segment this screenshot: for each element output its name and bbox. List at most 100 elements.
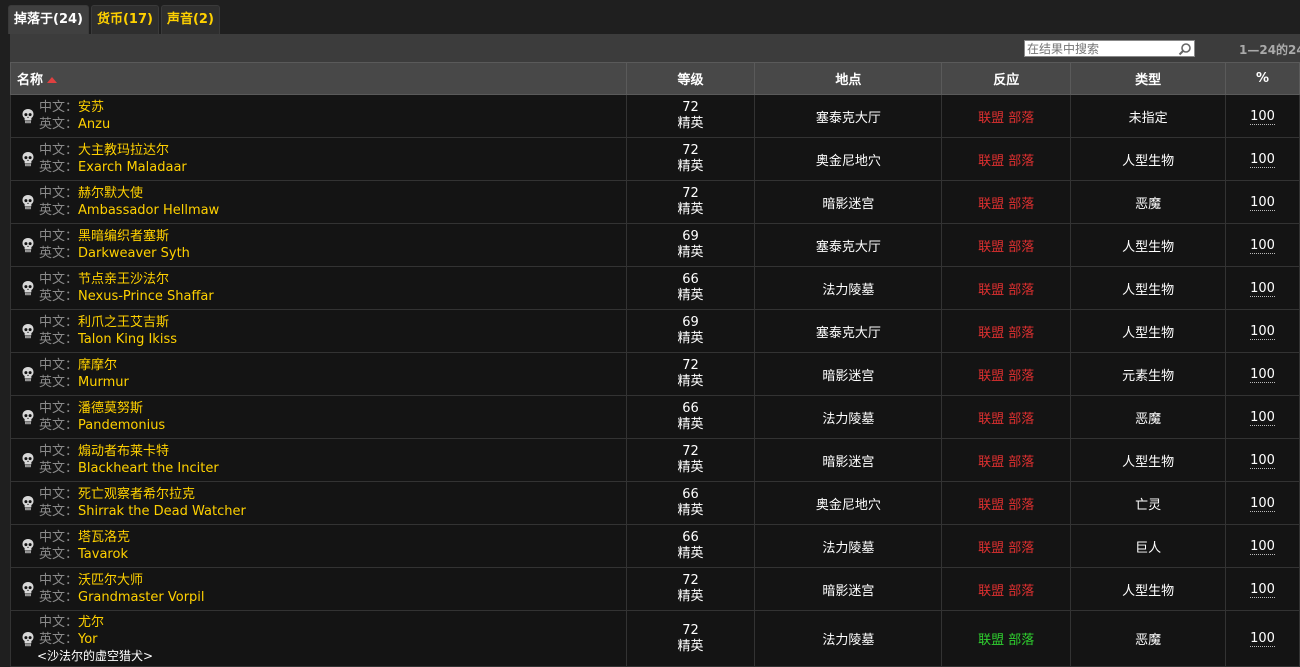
column-header-location[interactable]: 地点	[754, 62, 943, 95]
drop-percent[interactable]: 100	[1250, 495, 1275, 512]
tab-sounds[interactable]: 声音(2)	[160, 5, 220, 34]
npc-name-cn[interactable]: 黑暗编织者塞斯	[78, 229, 169, 244]
npc-name-cn[interactable]: 塔瓦洛克	[78, 530, 130, 545]
npc-location[interactable]: 暗影迷宫	[822, 369, 874, 384]
npc-name-cn[interactable]: 大主教玛拉达尔	[78, 143, 169, 158]
npc-name-en[interactable]: Anzu	[78, 117, 110, 132]
table-row[interactable]: 中文：塔瓦洛克 英文：Tavarok 66 精英 法力陵墓 联盟 部落 巨人 1…	[10, 524, 1300, 568]
npc-type[interactable]: 恶魔	[1135, 633, 1161, 648]
npc-name-cn[interactable]: 尤尔	[78, 615, 104, 630]
npc-name-en[interactable]: Murmur	[78, 375, 129, 390]
npc-type[interactable]: 人型生物	[1122, 326, 1174, 341]
npc-type[interactable]: 人型生物	[1122, 455, 1174, 470]
location-cell[interactable]: 塞泰克大厅	[754, 223, 943, 267]
location-cell[interactable]: 法力陵墓	[754, 266, 943, 310]
location-cell[interactable]: 奥金尼地穴	[754, 481, 943, 525]
drop-percent[interactable]: 100	[1250, 409, 1275, 426]
location-cell[interactable]: 塞泰克大厅	[754, 309, 943, 353]
npc-name-en[interactable]: Exarch Maladaar	[78, 160, 187, 175]
npc-name-en[interactable]: Shirrak the Dead Watcher	[78, 504, 246, 519]
location-cell[interactable]: 塞泰克大厅	[754, 94, 943, 138]
search-icon[interactable]	[1178, 42, 1192, 56]
npc-name-cn[interactable]: 沃匹尔大师	[78, 573, 143, 588]
npc-type[interactable]: 恶魔	[1135, 197, 1161, 212]
npc-type[interactable]: 未指定	[1129, 111, 1168, 126]
npc-name-en[interactable]: Yor	[78, 632, 98, 647]
npc-name-cn[interactable]: 赫尔默大使	[78, 186, 143, 201]
column-header-name[interactable]: 名称	[10, 62, 627, 95]
drop-percent[interactable]: 100	[1250, 108, 1275, 125]
table-row[interactable]: 中文：黑暗编织者塞斯 英文：Darkweaver Syth 69 精英 塞泰克大…	[10, 223, 1300, 267]
location-cell[interactable]: 暗影迷宫	[754, 180, 943, 224]
tab-currency[interactable]: 货币(17)	[90, 5, 159, 34]
drop-percent[interactable]: 100	[1250, 280, 1275, 297]
column-header-type[interactable]: 类型	[1070, 62, 1226, 95]
drop-percent[interactable]: 100	[1250, 323, 1275, 340]
npc-type[interactable]: 人型生物	[1122, 283, 1174, 298]
npc-name-en[interactable]: Grandmaster Vorpil	[78, 590, 205, 605]
drop-percent[interactable]: 100	[1250, 538, 1275, 555]
npc-type[interactable]: 巨人	[1135, 541, 1161, 556]
table-row[interactable]: 中文：安苏 英文：Anzu 72 精英 塞泰克大厅 联盟 部落 未指定 100	[10, 94, 1300, 138]
npc-location[interactable]: 奥金尼地穴	[816, 498, 881, 513]
location-cell[interactable]: 暗影迷宫	[754, 567, 943, 611]
drop-percent[interactable]: 100	[1250, 366, 1275, 383]
npc-name-cn[interactable]: 安苏	[78, 100, 104, 115]
location-cell[interactable]: 法力陵墓	[754, 395, 943, 439]
npc-name-cn[interactable]: 死亡观察者希尔拉克	[78, 487, 195, 502]
npc-location[interactable]: 奥金尼地穴	[816, 154, 881, 169]
npc-location[interactable]: 塞泰克大厅	[816, 326, 881, 341]
table-row[interactable]: 中文：节点亲王沙法尔 英文：Nexus-Prince Shaffar 66 精英…	[10, 266, 1300, 310]
npc-type[interactable]: 元素生物	[1122, 369, 1174, 384]
npc-type[interactable]: 人型生物	[1122, 154, 1174, 169]
npc-name-en[interactable]: Blackheart the Inciter	[78, 461, 219, 476]
npc-name-en[interactable]: Tavarok	[78, 547, 128, 562]
table-row[interactable]: 中文：尤尔 英文：Yor <沙法尔的虚空猎犬> 72 精英 法力陵墓 联盟 部落…	[10, 610, 1300, 667]
npc-name-cn[interactable]: 利爪之王艾吉斯	[78, 315, 169, 330]
table-row[interactable]: 中文：利爪之王艾吉斯 英文：Talon King Ikiss 69 精英 塞泰克…	[10, 309, 1300, 353]
npc-location[interactable]: 法力陵墓	[822, 541, 874, 556]
search-box[interactable]	[1024, 40, 1195, 57]
npc-location[interactable]: 法力陵墓	[822, 283, 874, 298]
drop-percent[interactable]: 100	[1250, 151, 1275, 168]
drop-percent[interactable]: 100	[1250, 581, 1275, 598]
column-header-level[interactable]: 等级	[625, 62, 756, 95]
column-header-percent[interactable]: %	[1225, 62, 1300, 95]
drop-percent[interactable]: 100	[1250, 237, 1275, 254]
table-row[interactable]: 中文：潘德莫努斯 英文：Pandemonius 66 精英 法力陵墓 联盟 部落…	[10, 395, 1300, 439]
table-row[interactable]: 中文：死亡观察者希尔拉克 英文：Shirrak the Dead Watcher…	[10, 481, 1300, 525]
npc-location[interactable]: 法力陵墓	[822, 633, 874, 648]
npc-type[interactable]: 恶魔	[1135, 412, 1161, 427]
search-input[interactable]	[1027, 41, 1177, 56]
npc-name-cn[interactable]: 摩摩尔	[78, 358, 117, 373]
table-row[interactable]: 中文：赫尔默大使 英文：Ambassador Hellmaw 72 精英 暗影迷…	[10, 180, 1300, 224]
npc-name-en[interactable]: Pandemonius	[78, 418, 165, 433]
npc-name-cn[interactable]: 潘德莫努斯	[78, 401, 143, 416]
tab-dropped-by[interactable]: 掉落于(24)	[8, 5, 89, 34]
npc-location[interactable]: 暗影迷宫	[822, 197, 874, 212]
npc-type[interactable]: 亡灵	[1135, 498, 1161, 513]
npc-name-en[interactable]: Nexus-Prince Shaffar	[78, 289, 214, 304]
npc-name-en[interactable]: Talon King Ikiss	[78, 332, 177, 347]
location-cell[interactable]: 法力陵墓	[754, 524, 943, 568]
table-row[interactable]: 中文：摩摩尔 英文：Murmur 72 精英 暗影迷宫 联盟 部落 元素生物 1…	[10, 352, 1300, 396]
npc-name-en[interactable]: Darkweaver Syth	[78, 246, 190, 261]
location-cell[interactable]: 暗影迷宫	[754, 352, 943, 396]
npc-location[interactable]: 塞泰克大厅	[816, 240, 881, 255]
drop-percent[interactable]: 100	[1250, 194, 1275, 211]
drop-percent[interactable]: 100	[1250, 452, 1275, 469]
location-cell[interactable]: 法力陵墓	[754, 610, 943, 667]
npc-name-en[interactable]: Ambassador Hellmaw	[78, 203, 219, 218]
location-cell[interactable]: 奥金尼地穴	[754, 137, 943, 181]
location-cell[interactable]: 暗影迷宫	[754, 438, 943, 482]
npc-location[interactable]: 暗影迷宫	[822, 584, 874, 599]
table-row[interactable]: 中文：大主教玛拉达尔 英文：Exarch Maladaar 72 精英 奥金尼地…	[10, 137, 1300, 181]
column-header-reaction[interactable]: 反应	[941, 62, 1072, 95]
npc-name-cn[interactable]: 节点亲王沙法尔	[78, 272, 169, 287]
npc-name-cn[interactable]: 煽动者布莱卡特	[78, 444, 169, 459]
npc-location[interactable]: 法力陵墓	[822, 412, 874, 427]
npc-location[interactable]: 暗影迷宫	[822, 455, 874, 470]
table-row[interactable]: 中文：煽动者布莱卡特 英文：Blackheart the Inciter 72 …	[10, 438, 1300, 482]
drop-percent[interactable]: 100	[1250, 631, 1275, 647]
npc-type[interactable]: 人型生物	[1122, 584, 1174, 599]
